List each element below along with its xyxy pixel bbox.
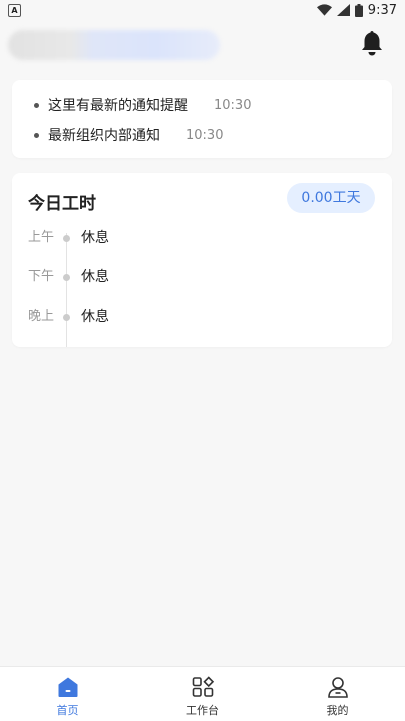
timeline-row-afternoon: 下午 休息 xyxy=(12,267,392,287)
work-hours-title: 今日工时 xyxy=(28,194,96,214)
home-icon xyxy=(58,677,77,697)
work-hours-card: 今日工时 0.00工天 上午 休息 下午 休息 晚上 休息 xyxy=(12,173,392,347)
work-days-badge[interactable]: 0.00工天 xyxy=(287,183,375,213)
timeline-label: 上午 xyxy=(28,230,55,245)
battery-icon xyxy=(354,3,363,17)
user-icon xyxy=(327,677,348,698)
timeline-row-morning: 上午 休息 xyxy=(12,228,392,248)
timeline-dot xyxy=(63,235,70,242)
timeline-label: 下午 xyxy=(28,269,55,284)
timeline-value: 休息 xyxy=(81,269,109,285)
status-left: A xyxy=(8,3,21,17)
notification-time: 10:30 xyxy=(186,127,224,143)
blurred-profile-name[interactable] xyxy=(8,30,220,60)
grid-icon xyxy=(192,676,214,697)
tab-home[interactable]: 首页 xyxy=(0,667,135,721)
tab-label: 首页 xyxy=(56,704,79,717)
timeline-value: 休息 xyxy=(81,309,109,325)
wifi-icon xyxy=(316,4,332,16)
bullet-dot xyxy=(34,102,39,108)
notification-item[interactable]: 最新组织内部通知 10:30 xyxy=(34,125,223,145)
notification-card[interactable]: 这里有最新的通知提醒 10:30 最新组织内部通知 10:30 xyxy=(12,80,392,158)
app-a-icon: A xyxy=(8,3,21,17)
bullet-dot xyxy=(34,132,39,138)
timeline-label: 晚上 xyxy=(28,309,55,324)
timeline-dot xyxy=(63,314,70,321)
bottom-tab-bar: 首页 工作台 我的 xyxy=(0,666,405,721)
status-bar: A 9:37 xyxy=(0,0,405,20)
notification-time: 10:30 xyxy=(214,97,252,113)
notification-item[interactable]: 这里有最新的通知提醒 10:30 xyxy=(34,95,251,115)
tab-mine[interactable]: 我的 xyxy=(270,667,405,721)
tab-label: 我的 xyxy=(326,704,349,717)
bell-icon[interactable] xyxy=(359,29,385,57)
timeline-dot xyxy=(63,274,70,281)
timeline-value: 休息 xyxy=(81,230,109,246)
timeline-line xyxy=(66,233,67,347)
tab-label: 工作台 xyxy=(186,704,219,717)
status-time: 9:37 xyxy=(367,2,397,18)
timeline-row-evening: 晚上 休息 xyxy=(12,307,392,327)
notification-text: 这里有最新的通知提醒 xyxy=(48,98,188,114)
notification-text: 最新组织内部通知 xyxy=(48,128,160,144)
signal-icon xyxy=(336,4,350,16)
header xyxy=(0,20,405,78)
status-right: 9:37 xyxy=(316,2,397,18)
tab-workbench[interactable]: 工作台 xyxy=(135,667,270,721)
